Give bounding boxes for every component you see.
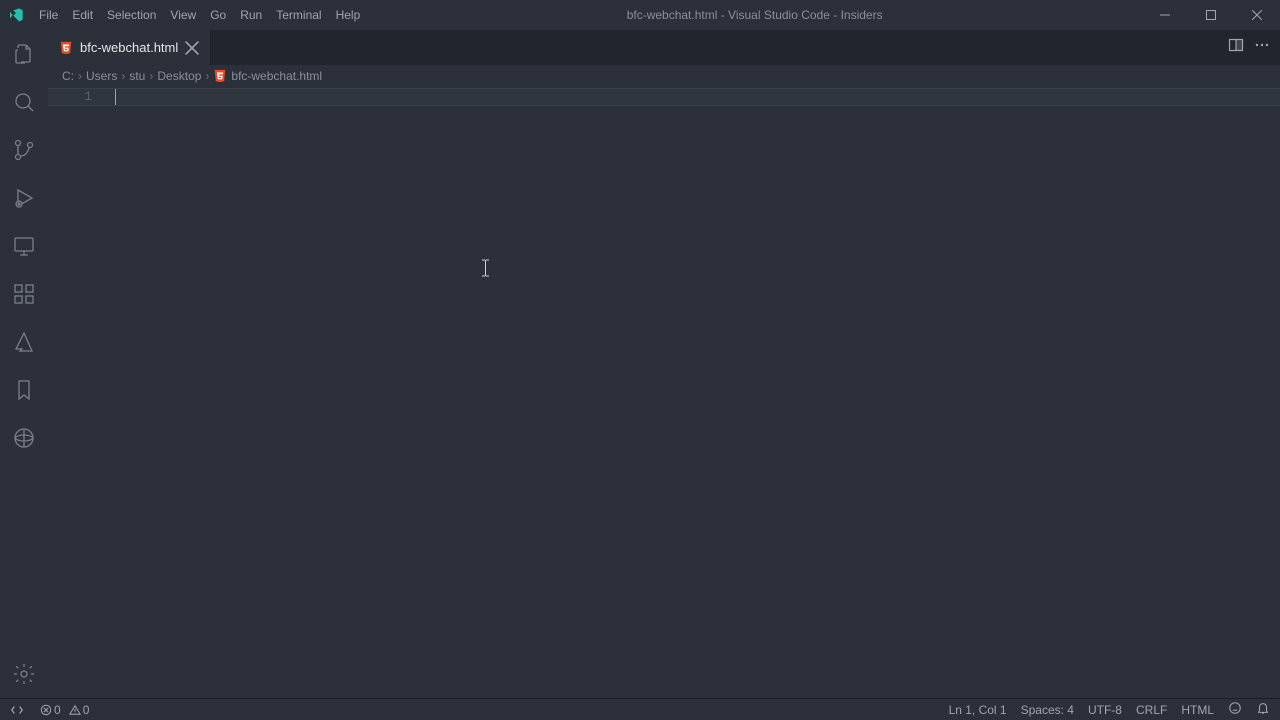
more-actions-icon[interactable] [1254, 37, 1270, 58]
editor-actions [1218, 30, 1280, 65]
chevron-right-icon: › [205, 69, 209, 83]
menu-go[interactable]: Go [203, 0, 233, 30]
minimap[interactable] [1220, 87, 1280, 698]
activity-settings[interactable] [0, 650, 48, 698]
status-cursor-position[interactable]: Ln 1, Col 1 [949, 703, 1007, 717]
activity-azure[interactable] [0, 318, 48, 366]
window-minimize-button[interactable] [1142, 0, 1188, 30]
menu-help[interactable]: Help [329, 0, 368, 30]
activity-bookmarks[interactable] [0, 366, 48, 414]
activity-extensions[interactable] [0, 270, 48, 318]
activity-remote-explorer[interactable] [0, 222, 48, 270]
status-indentation[interactable]: Spaces: 4 [1021, 703, 1074, 717]
window-controls [1142, 0, 1280, 30]
status-errors-count: 0 [54, 703, 61, 717]
menubar: File Edit Selection View Go Run Terminal… [32, 0, 367, 30]
breadcrumb-segment[interactable]: C: [62, 69, 74, 83]
tab-close-button[interactable] [184, 40, 200, 56]
chevron-right-icon: › [149, 69, 153, 83]
menu-file[interactable]: File [32, 0, 65, 30]
vscode-insiders-icon [0, 7, 32, 23]
editor-group: bfc-webchat.html C: › Users › stu [48, 30, 1280, 698]
html-file-icon [58, 40, 74, 56]
status-warnings[interactable]: 0 [69, 703, 90, 717]
window-close-button[interactable] [1234, 0, 1280, 30]
html-file-icon [213, 69, 227, 83]
status-errors[interactable]: 0 [40, 703, 61, 717]
status-notifications-icon[interactable] [1256, 701, 1270, 718]
activity-live-share[interactable] [0, 414, 48, 462]
breadcrumb[interactable]: C: › Users › stu › Desktop › bfc-webchat… [48, 65, 1280, 87]
menu-run[interactable]: Run [233, 0, 269, 30]
status-feedback-icon[interactable] [1228, 701, 1242, 718]
menu-terminal[interactable]: Terminal [269, 0, 328, 30]
split-editor-icon[interactable] [1228, 37, 1244, 58]
breadcrumb-file[interactable]: bfc-webchat.html [231, 69, 322, 83]
tab-label: bfc-webchat.html [80, 40, 178, 55]
menu-edit[interactable]: Edit [65, 0, 100, 30]
activity-explorer[interactable] [0, 30, 48, 78]
statusbar: 0 0 Ln 1, Col 1 Spaces: 4 UTF-8 CRLF HTM… [0, 698, 1280, 720]
status-warnings-count: 0 [83, 703, 90, 717]
tab-bfc-webchat[interactable]: bfc-webchat.html [48, 30, 211, 65]
status-language[interactable]: HTML [1181, 703, 1214, 717]
activity-source-control[interactable] [0, 126, 48, 174]
menu-selection[interactable]: Selection [100, 0, 163, 30]
window-maximize-button[interactable] [1188, 0, 1234, 30]
activity-search[interactable] [0, 78, 48, 126]
breadcrumb-segment[interactable]: Desktop [157, 69, 201, 83]
remote-indicator[interactable] [0, 699, 34, 720]
menu-view[interactable]: View [163, 0, 203, 30]
editor-tabs: bfc-webchat.html [48, 30, 1280, 65]
breadcrumb-segment[interactable]: stu [129, 69, 145, 83]
current-line-highlight [48, 88, 1280, 106]
text-editor[interactable]: 1 [48, 87, 1280, 698]
activity-bar [0, 30, 48, 698]
status-eol[interactable]: CRLF [1136, 703, 1167, 717]
window-title: bfc-webchat.html - Visual Studio Code - … [367, 8, 1142, 22]
status-encoding[interactable]: UTF-8 [1088, 703, 1122, 717]
chevron-right-icon: › [121, 69, 125, 83]
titlebar: File Edit Selection View Go Run Terminal… [0, 0, 1280, 30]
code-area[interactable] [114, 87, 1280, 698]
activity-run-debug[interactable] [0, 174, 48, 222]
chevron-right-icon: › [78, 69, 82, 83]
ibeam-cursor-icon [481, 259, 490, 282]
breadcrumb-segment[interactable]: Users [86, 69, 117, 83]
line-number-gutter: 1 [48, 87, 114, 698]
